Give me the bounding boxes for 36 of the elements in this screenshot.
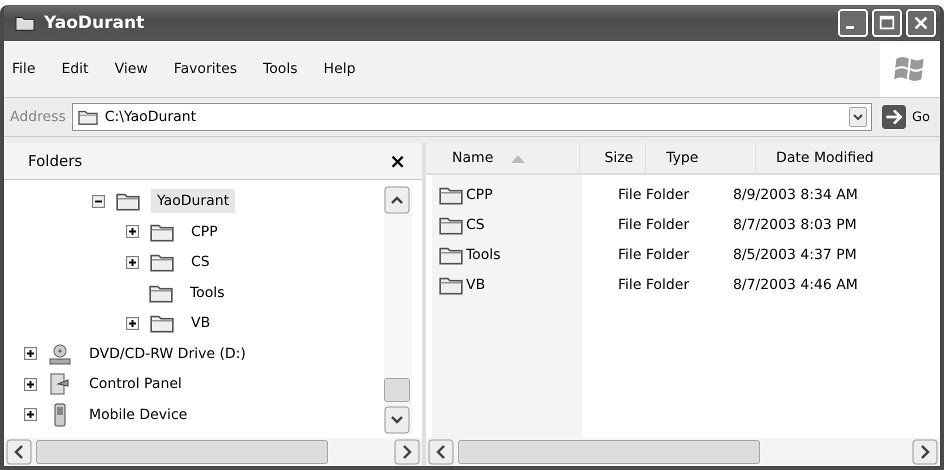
menu-item[interactable]: View [114,61,148,77]
menu-item[interactable]: Tools [263,61,298,77]
tree-item[interactable]: CS [185,250,216,274]
table-cell-text: File Folder [618,247,690,263]
table-cell-text: File Folder [618,187,690,203]
tree-item[interactable]: Tools [184,280,230,305]
table-cell: 8/5/2003 4:37 PM [733,247,857,263]
menu-item[interactable]: Edit [61,61,89,77]
file-name[interactable]: VB [438,274,618,296]
window-title: YaoDurant [44,13,144,33]
table-cell: 8/7/2003 4:46 AM [733,277,858,293]
tree-item[interactable]: Mobile Device [83,402,194,427]
menu-item[interactable]: Favorites [174,61,238,77]
tree-item[interactable]: YaoDurant [151,189,236,214]
menu-item[interactable]: Help [324,61,356,77]
column-header[interactable]: Name [432,143,580,173]
tree-item[interactable]: DVD/CD-RW Drive (D:) [83,342,252,366]
tree-item[interactable]: VB [185,311,216,336]
table-cell-text: File Folder [618,217,690,233]
table-cell: 8/7/2003 8:03 PM [733,217,857,233]
table-cell: 8/9/2003 8:34 AM [733,187,858,203]
file-name[interactable]: CS [438,214,618,236]
column-header[interactable]: Size [580,143,646,173]
address-label: Address [10,109,66,125]
go-button[interactable]: Go [878,105,934,129]
close-pane-button[interactable]: × [385,151,410,171]
column-header[interactable]: Date Modified [756,143,940,173]
pane-title: Folders [28,152,82,170]
table-cell-text: File Folder [618,277,690,293]
column-header[interactable]: Type [646,143,756,173]
tree-item[interactable]: Control Panel [83,372,188,396]
menu-item[interactable]: File [12,61,36,77]
tree-item[interactable]: CPP [185,220,224,244]
file-name[interactable]: Tools [438,244,618,266]
file-name[interactable]: CPP [438,184,618,206]
address-field[interactable]: C:\YaoDurant [72,103,872,131]
